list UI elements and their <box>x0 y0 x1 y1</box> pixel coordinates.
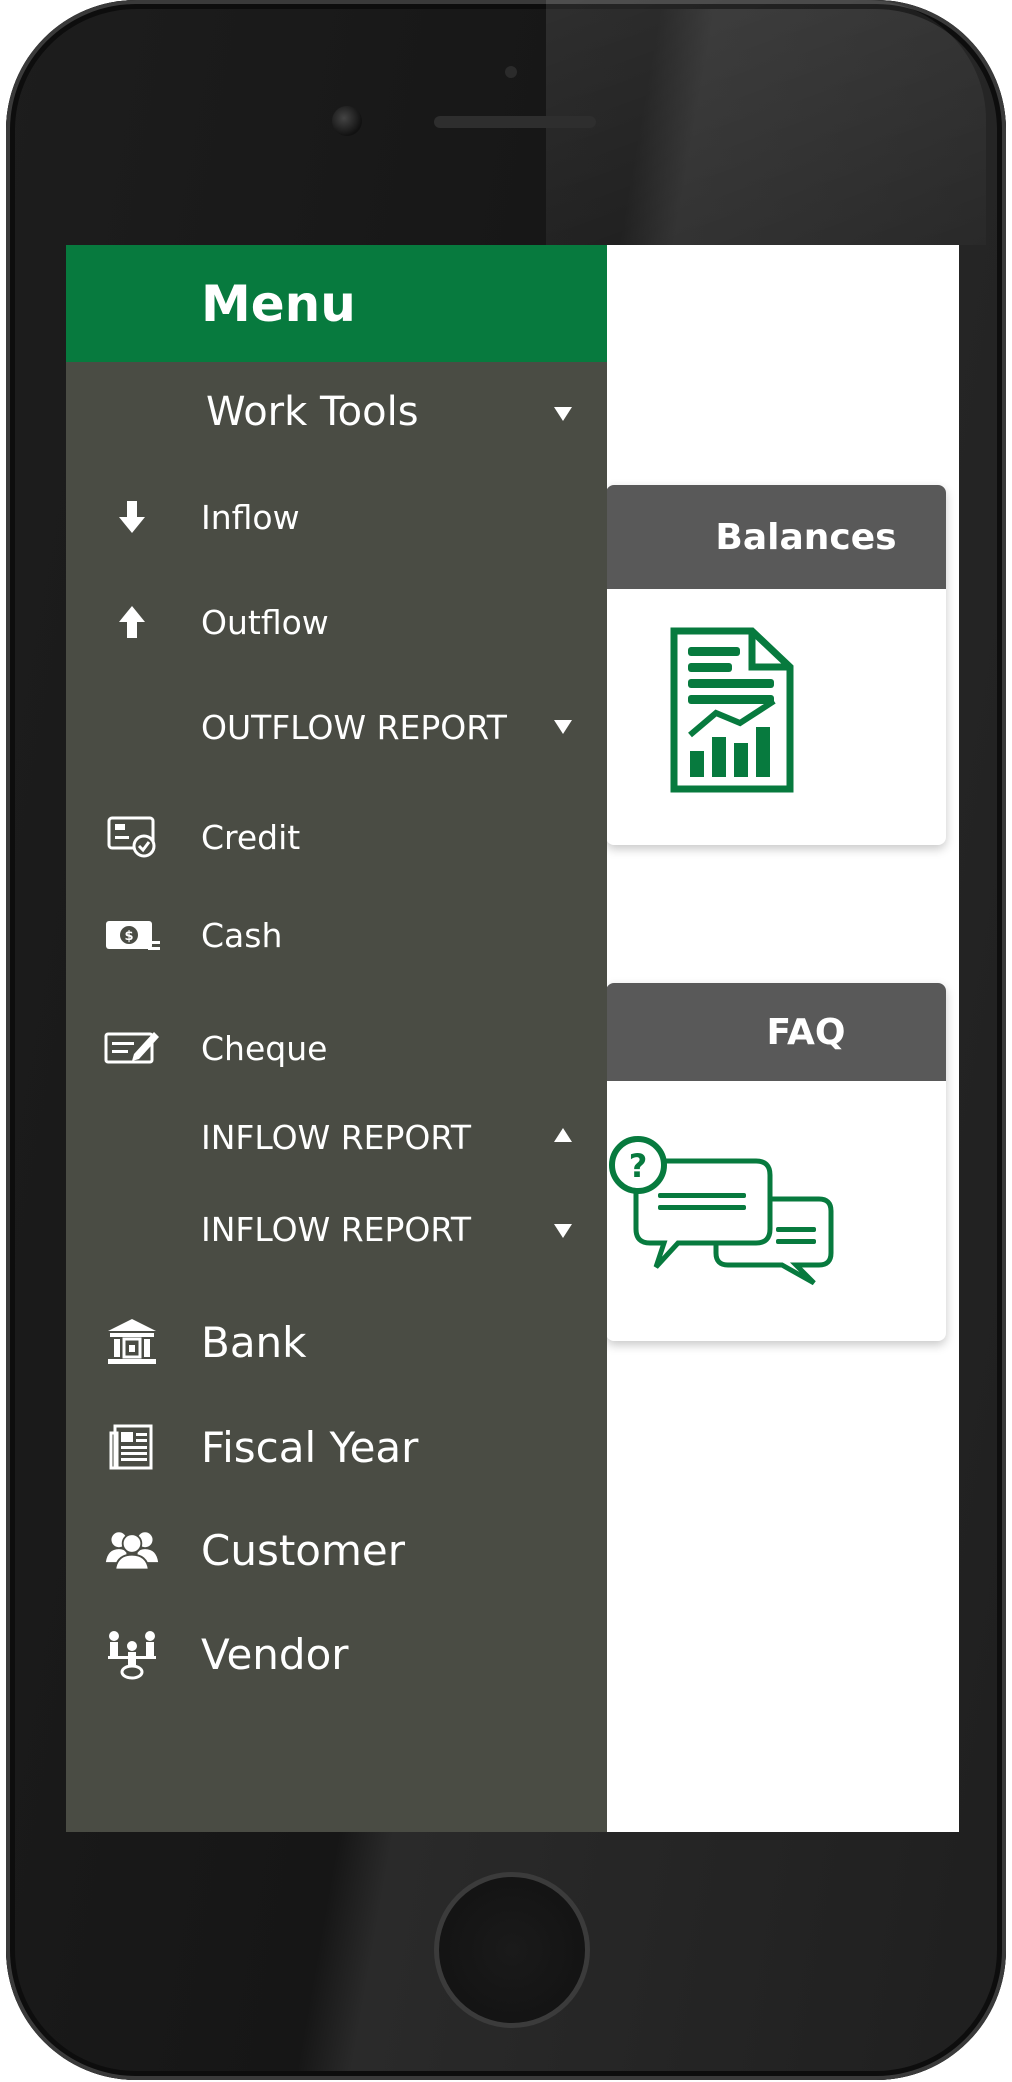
menu-item-inflow-report[interactable]: INFLOW REPORT <box>66 1182 607 1276</box>
proximity-sensor <box>505 66 517 78</box>
menu-item-inflow-report-expanded[interactable]: INFLOW REPORT <box>66 1090 607 1184</box>
balances-card-title: Balances <box>606 485 946 589</box>
credit-card-icon <box>104 809 160 865</box>
home-button[interactable] <box>434 1872 590 2028</box>
menu-item-fiscal-year[interactable]: Fiscal Year <box>66 1397 607 1497</box>
menu-item-cheque[interactable]: Cheque <box>66 998 607 1098</box>
front-camera <box>332 106 362 136</box>
menu-item-inflow[interactable]: Inflow <box>66 467 607 567</box>
vendor-icon <box>104 1626 160 1682</box>
faq-card[interactable]: FAQ ? <box>606 983 946 1341</box>
menu-item-credit[interactable]: Credit <box>66 787 607 887</box>
menu-item-work-tools[interactable]: Work Tools <box>66 362 607 462</box>
chevron-down-icon <box>554 1224 572 1238</box>
bank-icon <box>104 1314 160 1370</box>
menu-item-label: INFLOW REPORT <box>201 1209 472 1249</box>
phone-frame: Balances FAQ ? Menu Work Tools Inflow Ou… <box>6 0 1006 2080</box>
menu-item-label: Fiscal Year <box>201 1422 419 1472</box>
cash-icon: $ <box>104 907 160 963</box>
menu-item-label: OUTFLOW REPORT <box>201 707 507 747</box>
svg-text:$: $ <box>124 929 133 944</box>
chevron-down-icon <box>554 720 572 734</box>
cheque-icon <box>104 1020 160 1076</box>
svg-text:?: ? <box>629 1147 648 1185</box>
menu-item-label: Outflow <box>201 602 329 642</box>
menu-item-label: Bank <box>201 1317 307 1367</box>
arrow-up-icon <box>104 594 160 650</box>
chevron-down-icon <box>554 407 572 421</box>
faq-card-title: FAQ <box>606 983 946 1081</box>
faq-chat-icon: ? <box>609 1136 834 1286</box>
menu-item-label: Inflow <box>201 497 300 537</box>
navigation-drawer: Menu Work Tools Inflow Outflow OUTFLOW R… <box>66 245 607 1832</box>
menu-item-label: Vendor <box>201 1629 349 1679</box>
phone-gloss <box>546 0 986 245</box>
menu-item-label: Cheque <box>201 1028 328 1068</box>
menu-item-label: Customer <box>201 1525 406 1575</box>
menu-item-label: Work Tools <box>206 389 419 435</box>
chevron-up-icon <box>554 1128 572 1142</box>
menu-item-vendor[interactable]: Vendor <box>66 1604 607 1704</box>
app-screen: Balances FAQ ? Menu Work Tools Inflow Ou… <box>66 245 959 1832</box>
arrow-down-icon <box>104 489 160 545</box>
menu-item-cash[interactable]: $ Cash <box>66 885 607 985</box>
menu-item-label: Cash <box>201 915 283 955</box>
earpiece-speaker <box>434 116 596 128</box>
customer-icon <box>104 1522 160 1578</box>
drawer-title: Menu <box>66 245 607 362</box>
menu-item-label: Credit <box>201 817 301 857</box>
fiscal-year-icon <box>104 1419 160 1475</box>
menu-item-outflow[interactable]: Outflow <box>66 572 607 672</box>
report-chart-icon <box>670 627 794 793</box>
menu-item-bank[interactable]: Bank <box>66 1292 607 1392</box>
balances-card[interactable]: Balances <box>606 485 946 845</box>
menu-item-label: INFLOW REPORT <box>201 1117 472 1157</box>
menu-item-outflow-report[interactable]: OUTFLOW REPORT <box>66 677 607 777</box>
menu-item-customer[interactable]: Customer <box>66 1500 607 1600</box>
